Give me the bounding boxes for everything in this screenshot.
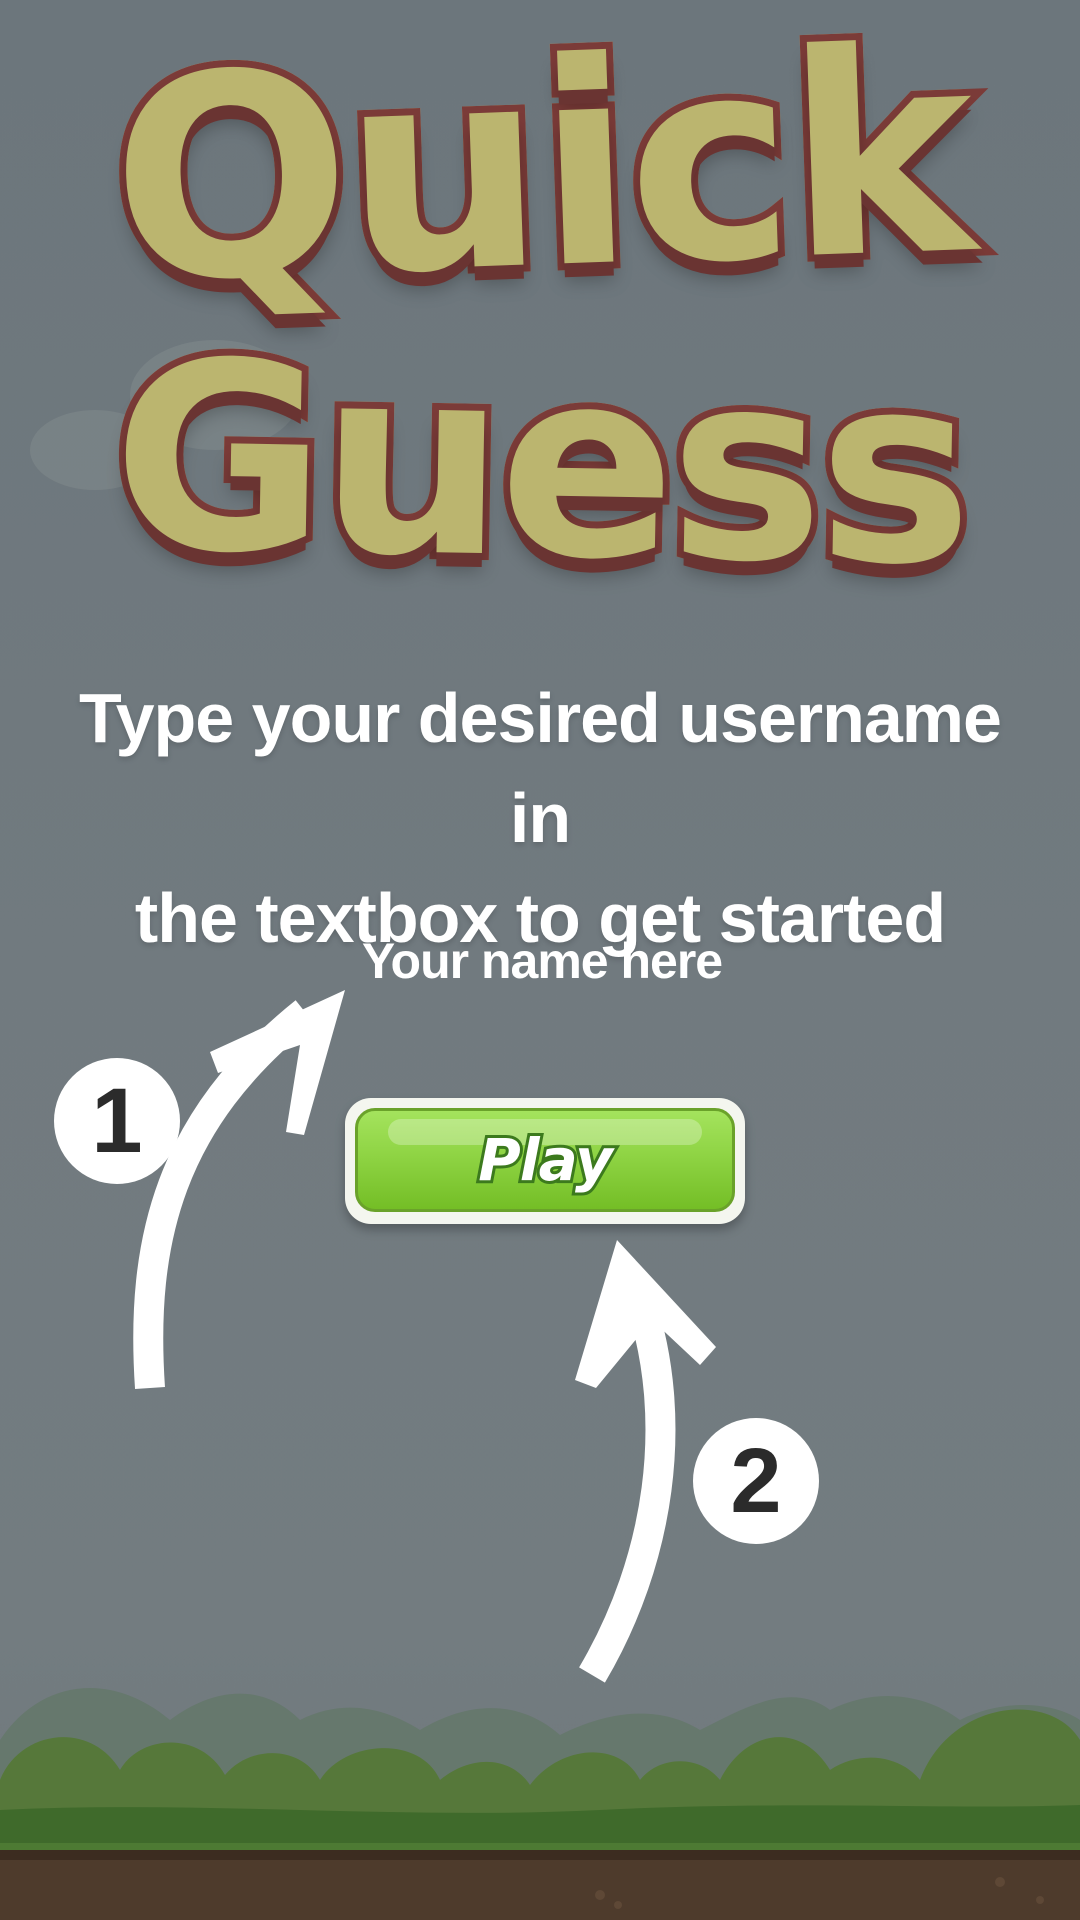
dirt [0,1850,1080,1920]
step-1-badge: 1 [54,1058,180,1184]
play-button[interactable]: Play [345,1098,745,1224]
step-2-badge: 2 [693,1418,819,1544]
play-button-face: Play [355,1108,735,1212]
pebble [995,1877,1005,1887]
grass-edge [0,1843,1080,1851]
arrow-2-head-icon [575,1240,716,1388]
step-2-number: 2 [730,1429,782,1532]
instructions-text: Type your desired username in the textbo… [60,668,1020,968]
game-title-quick: Quick [0,0,1080,353]
ground-scenery [0,1687,1080,1920]
username-input[interactable] [340,925,744,997]
pebble [614,1901,622,1909]
arrow-2-icon [579,1295,676,1683]
step-1-number: 1 [91,1069,143,1172]
instructions-line-1: Type your desired username in [79,679,1002,857]
dirt-shade [0,1850,1080,1860]
arrow-1-icon [133,1000,315,1390]
arrow-1-head-icon [210,990,345,1135]
pebble [595,1890,605,1900]
game-title-guess: Guess [103,300,976,631]
pebble [1036,1896,1044,1904]
play-button-label: Play [475,1123,616,1197]
